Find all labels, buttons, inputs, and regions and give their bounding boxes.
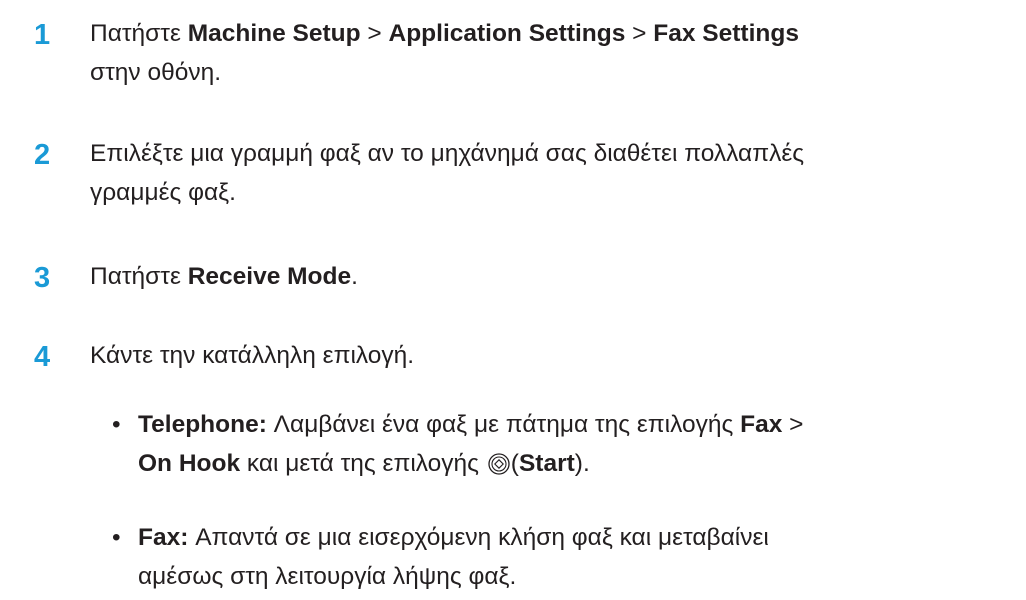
step-text: Κάντε την κατάλληλη επιλογή. — [90, 342, 415, 369]
bullet: • — [112, 524, 121, 551]
step-text: Πατήστε Receive Mode. — [90, 257, 1020, 296]
paren: ( — [510, 450, 519, 477]
ref-fax: Fax — [740, 411, 783, 438]
path-separator: > — [625, 20, 654, 47]
option-text: Fax: Απαντά σε μια εισερχόμενη κλήση φαξ… — [138, 518, 1026, 596]
step-suffix: στην οθόνη. — [90, 59, 222, 86]
receive-mode-label: Receive Mode — [187, 263, 352, 290]
step-number: 1 — [34, 19, 51, 51]
step-number: 2 — [34, 139, 51, 171]
step-number: 3 — [34, 262, 51, 294]
option-name: Fax: — [138, 524, 189, 551]
step-line: Επιλέξτε μια γραμμή φαξ αν το μηχάνημά σ… — [90, 140, 805, 167]
step-text: Επιλέξτε μια γραμμή φαξ αν το μηχάνημά σ… — [90, 134, 1020, 212]
option-desc: και μετά της επιλογής — [240, 450, 486, 477]
option-desc: Απαντά σε μια εισερχόμενη κλήση φαξ και … — [188, 524, 769, 551]
ref-on-hook: On Hook — [138, 450, 241, 477]
option-text: Telephone: Λαμβάνει ένα φαξ με πάτημα τη… — [138, 405, 1026, 483]
option-desc: αμέσως στη λειτουργία λήψης φαξ. — [138, 563, 517, 590]
step-text: Πατήστε Machine Setup > Application Sett… — [90, 14, 1020, 92]
step-prefix: Πατήστε — [90, 20, 188, 47]
path-separator: > — [360, 20, 389, 47]
step-suffix: . — [351, 263, 358, 290]
step-prefix: Πατήστε — [90, 263, 188, 290]
bullet: • — [112, 411, 121, 438]
menu-path-fax-settings: Fax Settings — [653, 20, 799, 47]
ref-start: Start — [518, 450, 575, 477]
step-number: 4 — [34, 341, 51, 373]
start-button-icon — [488, 453, 510, 475]
step-line: γραμμές φαξ. — [90, 179, 236, 206]
menu-path-application-settings: Application Settings — [388, 20, 626, 47]
option-name: Telephone: — [138, 411, 267, 438]
option-desc: Λαμβάνει ένα φαξ με πάτημα της επιλογής — [266, 411, 741, 438]
menu-path-machine-setup: Machine Setup — [187, 20, 361, 47]
path-separator: > — [782, 411, 804, 438]
paren: ). — [574, 450, 590, 477]
